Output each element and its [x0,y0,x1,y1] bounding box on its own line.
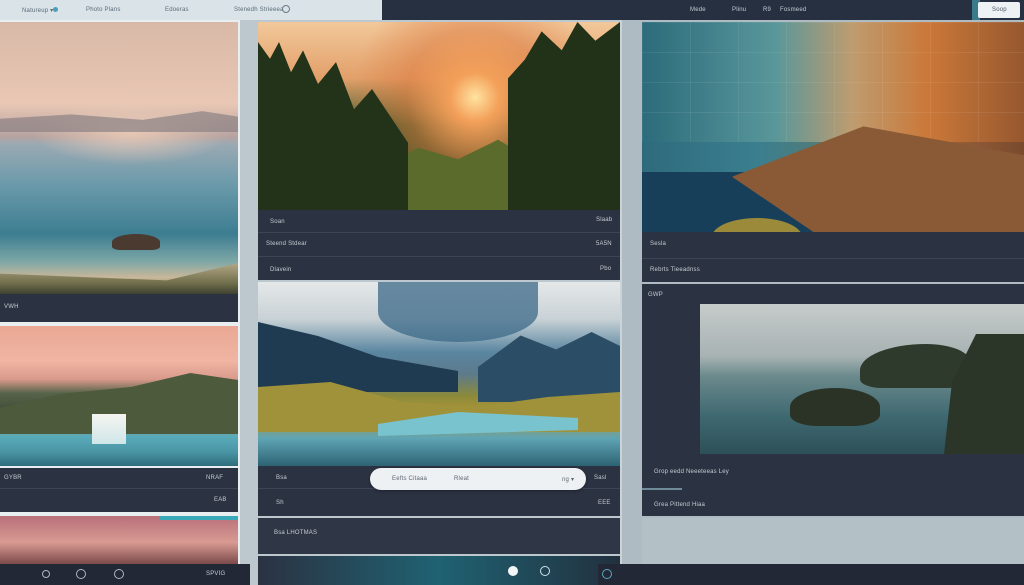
soop-button[interactable]: Soop [978,2,1020,18]
mountain-card-tag: Sasl [594,475,607,481]
waterfall-card-tag: NRAF [206,475,224,481]
play-button[interactable] [508,566,518,576]
photo-shore [0,263,238,294]
settings-icon[interactable] [282,5,290,13]
photo-color-mosaic [642,22,1024,142]
circle-icon[interactable] [602,569,612,579]
lake-photo-card[interactable] [0,22,238,294]
lake-card-label: VWH [4,304,19,310]
menu-item-edoeras[interactable]: Edoeras [165,7,189,13]
photo-trees-right [508,22,620,210]
divider [0,488,238,489]
search-field-text: Eefts Citaaa [392,476,428,482]
photo-rock-front [790,388,880,426]
waterfall-card-label: GYBR [4,475,22,481]
menu-item-natureup[interactable]: Natureup ▾ [22,7,53,14]
photo-ridge-right [478,332,620,402]
waterfall-card-action[interactable]: EAB [214,497,227,503]
search-field-dropdown[interactable]: ng ▾ [562,476,574,483]
search-field[interactable]: Eefts Citaaa Rleat ng ▾ [370,468,586,490]
sunset-photo-card[interactable] [0,516,238,564]
photo-island [112,234,160,250]
detail-row-1-label: Soan [270,219,285,225]
loop-icon[interactable] [540,566,550,576]
top-menu-bar: Natureup ▾ Photo Plans Edoeras Stenedh S… [0,0,382,20]
mountain-valley-photo-card[interactable] [258,282,620,466]
sea-card-footer: Grop eedd Neeeteeas Ley Grea Pittend Hia… [642,456,1024,516]
detail-row-2-value: 5A5N [596,241,612,247]
media-player-bar [258,556,620,585]
detail-row-2-label: Steend Stdear [266,241,307,247]
detail-row-3-label: Dlavein [270,267,292,273]
center-footer-bar: Bsa LHOTMAS [258,518,620,554]
gear-icon[interactable] [42,570,50,578]
mountain-card-sublabel: Sh [276,500,284,506]
sea-card-label: Grop eedd Neeeteeas Ley [654,469,729,475]
divider [642,258,1024,259]
sea-rocks-photo-card[interactable] [700,304,1024,454]
detail-row-1-value: Slaab [596,217,613,223]
nav-item-mede[interactable]: Mede [690,7,706,13]
nav-item-fosmeed[interactable]: Fosmeed [780,7,806,13]
soop-button-label: Soop [992,7,1007,13]
forest-sunrise-photo-card[interactable] [258,22,620,210]
mountain-card-label: Bsa [276,475,287,481]
divider [258,232,620,233]
waterfall-card-footer: GYBR NRAF EAB [0,468,238,512]
photo-trees-left [258,42,408,210]
deck-card-sublabel: Rebrts Tieeadnss [650,267,700,273]
target-icon[interactable] [114,569,124,579]
photo-hills [0,111,238,132]
photo-waterfall [92,414,126,444]
toolbar-label: SPVIG [206,571,226,577]
panel-title: GWP [648,292,663,298]
nav-item-r9[interactable]: R9 [763,7,771,13]
sea-card-sublabel: Grea Pittend Hiaa [654,502,706,508]
sea-card-progress [642,488,682,490]
waterfall-photo-card[interactable] [0,326,238,466]
dropdown-indicator-icon [53,7,58,12]
bottom-toolbar-left: SPVIG [0,564,250,585]
menu-item-stenedh[interactable]: Stenedh Strieeea [234,7,284,13]
wooden-deck-photo-card[interactable] [642,22,1024,256]
top-nav-bar: Mede Plinu R9 Fosmeed [382,0,1024,20]
right-column-footer [642,518,1024,564]
bottom-toolbar-right [598,564,1024,585]
search-field-category: Rleat [454,476,470,482]
lake-card-footer: VWH [0,294,238,322]
deck-card-label: Sesla [650,241,667,247]
center-footer-label: Bsa LHOTMAS [274,530,318,536]
forest-card-details: Soan Slaab Steend Stdear 5A5N Dlavein Pb… [258,210,620,280]
mountain-card-action[interactable]: EEE [598,500,611,506]
divider [258,256,620,257]
nav-item-plinu[interactable]: Plinu [732,7,746,13]
globe-icon[interactable] [76,569,86,579]
detail-row-3-value: Pbo [600,266,612,272]
deck-card-footer: Sesla Rebrts Tieeadnss [642,232,1024,282]
photo-accent-bar [160,516,238,520]
photo-cloud [378,282,538,342]
menu-item-photo-plans[interactable]: Photo Plans [86,7,121,13]
